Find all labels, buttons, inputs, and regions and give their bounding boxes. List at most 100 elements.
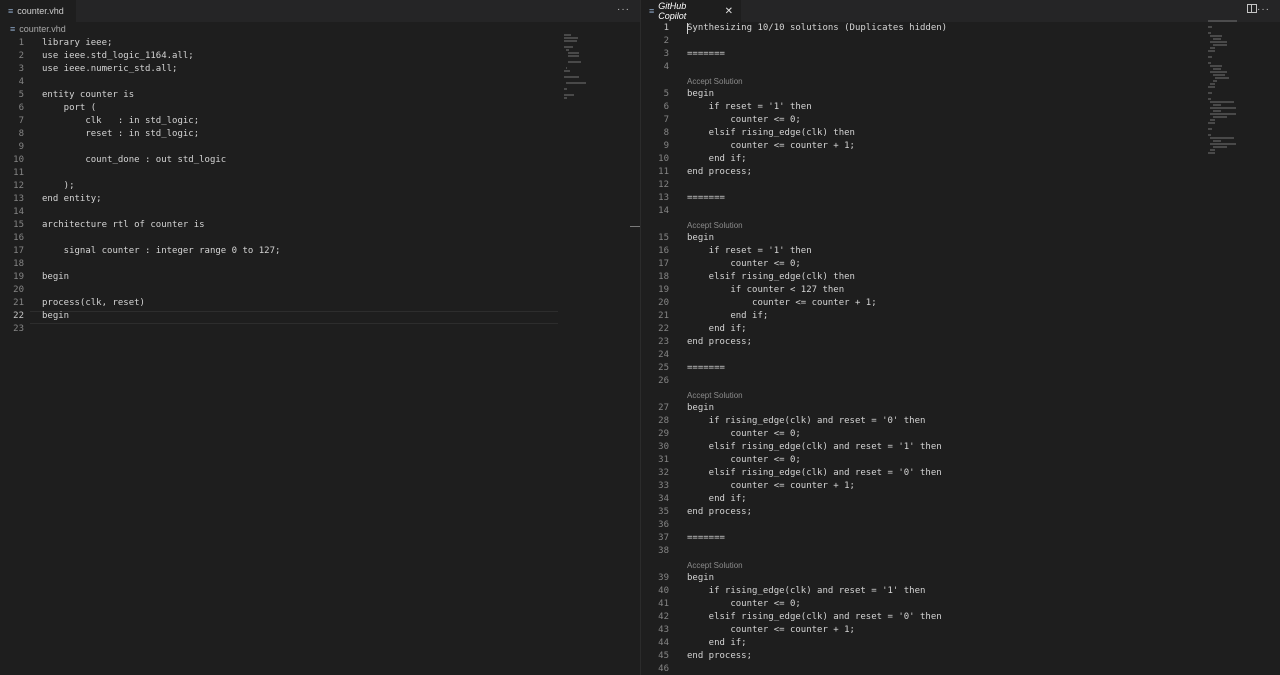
solution-line[interactable]: 17 counter <= 0; <box>641 258 1280 271</box>
code-line[interactable]: 19 begin <box>0 271 640 284</box>
code-line[interactable]: 21 process(clk, reset) <box>0 297 640 310</box>
code-line[interactable]: 23 <box>0 323 640 336</box>
code-text[interactable]: begin <box>687 232 714 245</box>
code-line[interactable]: 2 use ieee.std_logic_1164.all; <box>0 50 640 63</box>
minimap[interactable] <box>564 34 630 103</box>
code-line[interactable]: 4 <box>0 76 640 89</box>
solution-line[interactable]: 12 <box>641 179 1280 192</box>
close-icon[interactable]: ✕ <box>725 6 733 17</box>
solution-line[interactable]: 24 <box>641 349 1280 362</box>
code-text[interactable]: port ( <box>42 102 97 115</box>
code-text[interactable]: end entity; <box>42 193 102 206</box>
code-text[interactable]: counter <= counter + 1; <box>687 624 855 637</box>
code-line[interactable]: 6 port ( <box>0 102 640 115</box>
solution-line[interactable]: 45 end process; <box>641 650 1280 663</box>
solution-line[interactable]: 11 end process; <box>641 166 1280 179</box>
accept-solution-link[interactable]: Accept Solution <box>687 559 743 572</box>
code-text[interactable]: use ieee.std_logic_1164.all; <box>42 50 194 63</box>
code-text[interactable]: end process; <box>687 336 752 349</box>
code-text[interactable]: end if; <box>687 310 768 323</box>
tab-counter-vhd[interactable]: ≡ counter.vhd <box>0 0 76 22</box>
code-text[interactable]: end if; <box>687 323 747 336</box>
solution-line[interactable]: 1 Synthesizing 10/10 solutions (Duplicate… <box>641 22 1280 35</box>
solution-line[interactable]: 9 counter <= counter + 1; <box>641 140 1280 153</box>
solution-line[interactable]: 40 if rising_edge(clk) and reset = '1' t… <box>641 585 1280 598</box>
more-actions-icon[interactable]: ··· <box>617 4 630 15</box>
code-text[interactable]: begin <box>42 310 69 323</box>
code-text[interactable]: elsif rising_edge(clk) then <box>687 127 855 140</box>
code-line[interactable]: 9 <box>0 141 640 154</box>
solution-line[interactable]: 37 ======= <box>641 532 1280 545</box>
code-line[interactable]: 10 count_done : out std_logic <box>0 154 640 167</box>
code-editor[interactable]: 1 library ieee; 2 use ieee.std_logic_1164.a… <box>0 37 640 336</box>
solution-line[interactable]: 41 counter <= 0; <box>641 598 1280 611</box>
solution-line[interactable]: 44 end if; <box>641 637 1280 650</box>
solution-line[interactable]: 39 begin <box>641 572 1280 585</box>
accept-solution-link[interactable]: Accept Solution <box>687 75 743 88</box>
accept-solution-link[interactable]: Accept Solution <box>687 219 743 232</box>
solution-line[interactable]: 32 elsif rising_edge(clk) and reset = '0… <box>641 467 1280 480</box>
code-text[interactable]: use ieee.numeric_std.all; <box>42 63 177 76</box>
code-text[interactable]: begin <box>687 402 714 415</box>
code-line[interactable]: 16 <box>0 232 640 245</box>
code-text[interactable]: counter <= counter + 1; <box>687 140 855 153</box>
code-text[interactable]: counter <= counter + 1; <box>687 480 855 493</box>
solution-line[interactable]: 13 ======= <box>641 192 1280 205</box>
code-text[interactable]: end process; <box>687 650 752 663</box>
solution-line[interactable]: 29 counter <= 0; <box>641 428 1280 441</box>
code-text[interactable]: signal counter : integer range 0 to 127; <box>42 245 281 258</box>
code-line[interactable]: 14 <box>0 206 640 219</box>
code-text[interactable]: elsif rising_edge(clk) and reset = '0' t… <box>687 611 942 624</box>
code-text[interactable]: begin <box>42 271 69 284</box>
code-line[interactable]: 7 clk : in std_logic; <box>0 115 640 128</box>
code-text[interactable]: ======= <box>687 48 725 61</box>
breadcrumb[interactable]: ≡ counter.vhd <box>10 24 66 34</box>
code-text[interactable]: Synthesizing 10/10 solutions (Duplicates… <box>687 22 947 35</box>
code-line[interactable]: 13 end entity; <box>0 193 640 206</box>
code-line[interactable]: 12 ); <box>0 180 640 193</box>
more-actions-icon[interactable]: ··· <box>1257 4 1270 15</box>
solution-line[interactable]: 10 end if; <box>641 153 1280 166</box>
code-line[interactable]: 1 library ieee; <box>0 37 640 50</box>
accept-solution-link[interactable]: Accept Solution <box>687 389 743 402</box>
solution-line[interactable]: 34 end if; <box>641 493 1280 506</box>
code-text[interactable]: count_done : out std_logic <box>42 154 226 167</box>
solution-line[interactable]: 15 begin <box>641 232 1280 245</box>
code-line[interactable]: 3 use ieee.numeric_std.all; <box>0 63 640 76</box>
code-text[interactable]: ======= <box>687 362 725 375</box>
solution-line[interactable]: 42 elsif rising_edge(clk) and reset = '0… <box>641 611 1280 624</box>
code-text[interactable]: end if; <box>687 493 747 506</box>
code-text[interactable]: architecture rtl of counter is <box>42 219 205 232</box>
solution-line[interactable]: 21 end if; <box>641 310 1280 323</box>
code-text[interactable]: counter <= 0; <box>687 428 800 441</box>
code-text[interactable]: counter <= 0; <box>687 258 800 271</box>
solution-line[interactable]: 3 ======= <box>641 48 1280 61</box>
code-text[interactable]: end if; <box>687 153 747 166</box>
code-text[interactable]: counter <= counter + 1; <box>687 297 877 310</box>
code-text[interactable]: entity counter is <box>42 89 134 102</box>
solution-line[interactable]: 31 counter <= 0; <box>641 454 1280 467</box>
code-text[interactable]: ======= <box>687 532 725 545</box>
code-text[interactable]: elsif rising_edge(clk) and reset = '0' t… <box>687 467 942 480</box>
solution-line[interactable]: 25 ======= <box>641 362 1280 375</box>
copilot-solutions[interactable]: 1 Synthesizing 10/10 solutions (Duplicate… <box>641 22 1280 675</box>
solution-line[interactable]: 30 elsif rising_edge(clk) and reset = '1… <box>641 441 1280 454</box>
code-line[interactable]: 22 begin <box>0 310 640 323</box>
code-line[interactable]: 15 architecture rtl of counter is <box>0 219 640 232</box>
code-line[interactable]: 8 reset : in std_logic; <box>0 128 640 141</box>
code-text[interactable]: reset : in std_logic; <box>42 128 199 141</box>
code-line[interactable]: 5 entity counter is <box>0 89 640 102</box>
code-text[interactable]: clk : in std_logic; <box>42 115 199 128</box>
code-text[interactable]: ======= <box>687 192 725 205</box>
code-text[interactable]: end process; <box>687 166 752 179</box>
solution-line[interactable]: 18 elsif rising_edge(clk) then <box>641 271 1280 284</box>
solution-line[interactable]: 43 counter <= counter + 1; <box>641 624 1280 637</box>
code-text[interactable]: counter <= 0; <box>687 598 800 611</box>
code-text[interactable]: library ieee; <box>42 37 112 50</box>
solution-line[interactable]: 33 counter <= counter + 1; <box>641 480 1280 493</box>
code-line[interactable]: 20 <box>0 284 640 297</box>
code-line[interactable]: 11 <box>0 167 640 180</box>
editor-pane-counter[interactable]: ≡ counter.vhd ··· ≡ counter.vhd 1 library… <box>0 0 640 675</box>
solution-line[interactable]: 27 begin <box>641 402 1280 415</box>
solution-line[interactable]: 28 if rising_edge(clk) and reset = '0' t… <box>641 415 1280 428</box>
